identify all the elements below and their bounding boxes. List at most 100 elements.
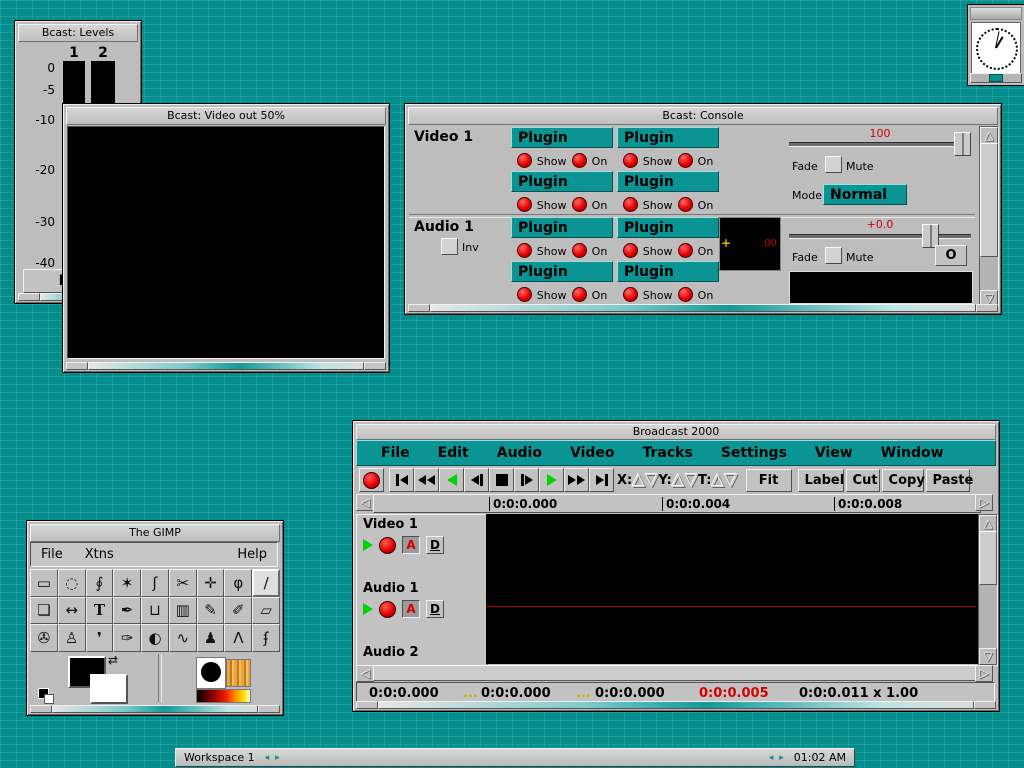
timeline-hscrollbar[interactable]: ◁ ▷ <box>356 665 996 681</box>
ruler-track[interactable]: 0:0:0.000 0:0:0.004 0:0:0.008 <box>373 494 981 513</box>
track-auto-button[interactable]: A <box>402 600 420 618</box>
tool-magnify[interactable]: φ <box>224 569 252 597</box>
on-led[interactable] <box>572 153 587 168</box>
tool-airbrush[interactable]: ✇ <box>30 624 58 652</box>
tool-paintbrush[interactable]: ✐ <box>224 597 252 625</box>
resize-bar[interactable] <box>88 362 364 370</box>
show-led[interactable] <box>623 243 638 258</box>
scroll-left-icon[interactable]: ◁ <box>356 665 374 682</box>
video-mode-button[interactable]: Normal <box>823 184 907 205</box>
show-led[interactable] <box>623 153 638 168</box>
tool-smudge[interactable]: ∿ <box>169 624 197 652</box>
tool-crop[interactable]: ∕ <box>252 569 280 597</box>
zoom-y-up-icon[interactable]: △ <box>672 469 685 491</box>
console-resize-bar[interactable] <box>408 304 998 312</box>
zoom-x-down-icon[interactable]: ▽ <box>645 469 658 491</box>
track-draw-button[interactable]: D <box>426 536 444 554</box>
audio-plugin-button-3[interactable]: Plugin <box>511 261 613 282</box>
fast-reverse-button[interactable] <box>414 468 439 492</box>
reverse-play-button[interactable] <box>439 468 464 492</box>
tool-clone[interactable]: ♙ <box>58 624 86 652</box>
levels-titlebar[interactable]: Bcast: Levels <box>18 24 138 42</box>
tool-ink[interactable]: ✑ <box>113 624 141 652</box>
tool-eraser[interactable]: ▱ <box>252 597 280 625</box>
track-draw-button[interactable]: D <box>426 600 444 618</box>
tool-move[interactable]: ✛ <box>197 569 225 597</box>
paste-button[interactable]: Paste <box>926 469 970 492</box>
resize-grip[interactable] <box>356 701 378 709</box>
resize-bar[interactable] <box>52 705 258 713</box>
tool-xinput-airbrush[interactable]: ♟ <box>197 624 225 652</box>
tool-blend[interactable]: ▥ <box>169 597 197 625</box>
swap-colors-icon[interactable]: ⇄ <box>108 653 118 667</box>
ruler-right-arrow-icon[interactable]: ▷ <box>975 494 993 511</box>
show-led[interactable] <box>623 287 638 302</box>
resize-grip[interactable] <box>30 705 52 713</box>
resize-grip[interactable] <box>974 701 996 709</box>
video-mute-checkbox[interactable] <box>825 156 842 173</box>
zoom-y-down-icon[interactable]: ▽ <box>685 469 698 491</box>
audio-inv-checkbox[interactable] <box>441 238 458 255</box>
resize-grip[interactable] <box>18 293 40 301</box>
on-led[interactable] <box>572 197 587 212</box>
tool-fuzzy-select[interactable]: ✶ <box>113 569 141 597</box>
video-plugin-button-2[interactable]: Plugin <box>617 127 719 148</box>
menu-settings[interactable]: Settings <box>721 445 787 461</box>
gimp-menu-xtns[interactable]: Xtns <box>85 547 114 562</box>
on-led[interactable] <box>572 287 587 302</box>
scroll-up-icon[interactable]: △ <box>980 127 998 144</box>
goto-start-button[interactable] <box>389 468 414 492</box>
audio-plugin-button-2[interactable]: Plugin <box>617 217 719 238</box>
record-button[interactable] <box>359 468 384 492</box>
timeline-canvas[interactable] <box>486 514 976 664</box>
on-led[interactable] <box>678 153 693 168</box>
resize-bar[interactable] <box>430 304 976 312</box>
tool-dodge-burn[interactable]: ◐ <box>141 624 169 652</box>
ruler-left-arrow-icon[interactable]: ◁ <box>356 494 374 511</box>
clock-titlebar[interactable] <box>970 7 1022 20</box>
track-auto-button[interactable]: A <box>402 536 420 554</box>
menu-video[interactable]: Video <box>570 445 615 461</box>
gradient-preview[interactable] <box>196 689 251 703</box>
tool-convolve[interactable]: ❜ <box>86 624 114 652</box>
fast-forward-button[interactable] <box>564 468 589 492</box>
cut-button[interactable]: Cut <box>846 469 880 492</box>
background-color-swatch[interactable] <box>90 674 128 704</box>
on-led[interactable] <box>678 243 693 258</box>
pattern-preview[interactable] <box>226 659 251 687</box>
menu-edit[interactable]: Edit <box>438 445 469 461</box>
video-out-titlebar[interactable]: Bcast: Video out 50% <box>66 107 386 125</box>
console-titlebar[interactable]: Bcast: Console <box>408 107 998 125</box>
audio-fade-slider-track[interactable] <box>789 234 971 239</box>
tool-pencil[interactable]: ✎ <box>197 597 225 625</box>
goto-end-button[interactable] <box>589 468 614 492</box>
video-plugin-button-3[interactable]: Plugin <box>511 171 613 192</box>
gimp-menu-help[interactable]: Help <box>237 547 267 562</box>
workspace-prev-icon[interactable]: ◂ <box>265 753 270 763</box>
tool-flip[interactable]: ↔ <box>58 597 86 625</box>
label-button[interactable]: Label <box>798 469 844 492</box>
workspace-next-icon[interactable]: ▸ <box>275 753 280 763</box>
track-record-icon[interactable] <box>379 601 396 618</box>
fit-button[interactable]: Fit <box>746 469 792 492</box>
video-plugin-button-4[interactable]: Plugin <box>617 171 719 192</box>
track-scrollbar-thumb[interactable] <box>979 531 997 585</box>
tool-free-select[interactable]: ∮ <box>86 569 114 597</box>
video-out-resize-bar[interactable] <box>66 362 386 370</box>
track-play-icon[interactable] <box>363 603 373 615</box>
show-led[interactable] <box>517 197 532 212</box>
audio-plugin-button-1[interactable]: Plugin <box>511 217 613 238</box>
brush-preview[interactable] <box>196 657 226 689</box>
resize-grip[interactable] <box>408 304 430 312</box>
menu-tracks[interactable]: Tracks <box>643 445 693 461</box>
menu-window[interactable]: Window <box>881 445 944 461</box>
tool-scissors[interactable]: ✂ <box>169 569 197 597</box>
play-button[interactable] <box>539 468 564 492</box>
resize-grip[interactable] <box>364 362 386 370</box>
stop-button[interactable] <box>489 468 514 492</box>
frame-reverse-button[interactable] <box>464 468 489 492</box>
menu-audio[interactable]: Audio <box>497 445 542 461</box>
show-led[interactable] <box>517 287 532 302</box>
frame-forward-button[interactable] <box>514 468 539 492</box>
on-led[interactable] <box>678 287 693 302</box>
